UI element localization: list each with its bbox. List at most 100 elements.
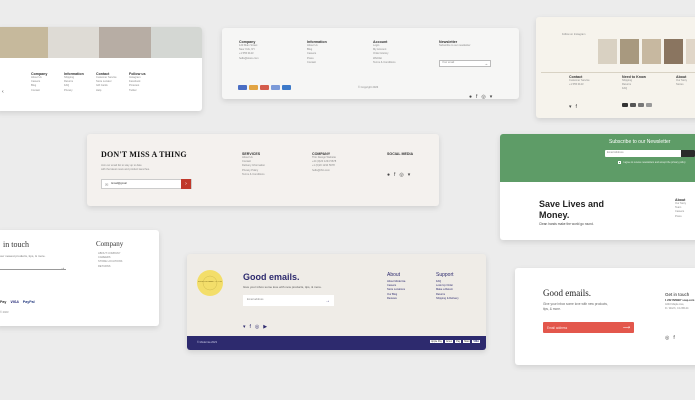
facebook-icon[interactable]: f	[250, 324, 251, 330]
chevron-left-icon[interactable]: ‹	[2, 89, 4, 95]
product-image	[150, 27, 202, 58]
payment-icons: Apple Pay Amex Pay Mast VISA	[430, 340, 480, 343]
newsletter-email-field[interactable]: Email Address	[605, 150, 695, 157]
newsletter-subtitle: Give your inbox some love with new produ…	[543, 302, 608, 312]
newsletter-email-field[interactable]: Your email →	[439, 60, 491, 67]
instagram-headline: Follow on Instagram	[562, 33, 586, 36]
instagram-icon[interactable]: ◎	[665, 335, 669, 341]
facebook-icon[interactable]: f	[394, 172, 395, 178]
footer-link[interactable]: Privacy	[64, 89, 84, 93]
headline-line: Save Lives and	[539, 199, 605, 209]
column-title: SOCIAL MEDIA	[387, 152, 414, 156]
footer-link[interactable]: Shipping & Delivery	[436, 297, 459, 301]
instagram-icon[interactable]: ◎	[481, 94, 485, 99]
email-value: Email@gmail	[111, 181, 127, 185]
payment-card-icon	[622, 103, 628, 107]
newsletter-subtitle: Give your inbox some love with new produ…	[243, 285, 322, 289]
gallery-image[interactable]	[686, 39, 695, 64]
consent-checkbox[interactable]	[618, 161, 621, 164]
footer-link[interactable]: Terms & Conditions	[242, 173, 265, 177]
twitter-icon[interactable]: ▾	[490, 94, 493, 99]
arrow-right-icon[interactable]: →	[325, 298, 330, 304]
footer-card-1: Company About Us Careers Blog Contact In…	[0, 27, 202, 111]
footer-column: Company About Us Careers Blog Contact	[31, 72, 47, 93]
payment-label: Pay	[455, 340, 462, 343]
facebook-icon[interactable]: f	[673, 335, 674, 341]
payment-card-icon	[630, 103, 636, 107]
contact-address: Ft. Worth, CA 95124	[665, 307, 689, 311]
twitter-icon[interactable]: ▾	[243, 324, 246, 330]
footer-link[interactable]: Help	[96, 89, 117, 93]
footer-link[interactable]: Contact	[31, 89, 47, 93]
submit-button[interactable]: ›	[181, 179, 191, 189]
footer-link[interactable]: Press	[675, 215, 686, 219]
email-field[interactable]: Email address →	[243, 295, 334, 306]
arrow-right-icon[interactable]: →	[484, 61, 490, 66]
payment-card-icon	[260, 85, 269, 90]
arrow-right-icon[interactable]: ⟶	[623, 325, 634, 331]
gallery-image[interactable]	[664, 39, 683, 64]
gallery-image[interactable]	[642, 39, 661, 64]
email-placeholder: Your email	[442, 61, 455, 65]
instagram-icon[interactable]: ◎	[399, 172, 403, 178]
newsletter-title: Subscribe to our Newsletter	[609, 139, 671, 145]
payment-label: VISA	[10, 300, 19, 304]
footer-card-5: Subscribe to our Newsletter Email Addres…	[500, 134, 695, 240]
footer-link[interactable]: RETURNS	[98, 265, 111, 269]
payment-label: VISA	[472, 340, 480, 343]
newsletter-headline: Good emails.	[543, 288, 591, 298]
column-title: About	[387, 272, 401, 278]
instagram-icon[interactable]: ◎	[255, 324, 259, 330]
footer-column: Follow us Instagram Facebook Pinterest T…	[129, 72, 146, 93]
youtube-icon[interactable]: ▶	[263, 324, 267, 330]
footer-link[interactable]: Reviews	[387, 297, 405, 301]
email-underline-field[interactable]	[0, 269, 66, 270]
copyright: © Copyright 2023	[358, 86, 379, 89]
footer-link[interactable]: Contact	[307, 61, 327, 65]
footer-link[interactable]: Stores	[676, 83, 687, 87]
footer-link[interactable]: FAQ	[622, 87, 646, 91]
footer-title: DON'T MISS A THING	[101, 150, 187, 159]
badge-icon	[197, 270, 223, 296]
payment-amex-icon	[271, 85, 280, 90]
footer-column: Need to Know Shipping Returns FAQ	[622, 75, 646, 92]
footer-text: Subscribe to our newsletter	[439, 44, 471, 47]
twitter-icon[interactable]: ▾	[569, 104, 572, 110]
headline: Save Lives and Money.	[539, 199, 604, 221]
payment-label: PayPal	[22, 300, 35, 304]
footer-text: +1 555 0123	[569, 83, 584, 87]
footer-column: Contact Customer Service +1 555 0123	[569, 75, 590, 87]
payment-label: Amex	[444, 340, 454, 343]
mail-icon: ✉	[105, 181, 109, 187]
gallery-image[interactable]	[598, 39, 617, 64]
footer-column: About About Modernia Careers Store Locat…	[387, 272, 405, 301]
social-icons: ▾ f ◎ ▶	[243, 315, 271, 333]
payment-card-icon	[638, 103, 644, 107]
footer-card-2: Company 123 Main Street New York, NY +1 …	[222, 28, 519, 99]
pinterest-icon[interactable]: ●	[387, 172, 390, 178]
footer-column: Information Shipping Returns FAQ Privacy	[64, 72, 84, 93]
payment-mastercard-icon	[249, 85, 258, 90]
payment-card-icon	[646, 103, 652, 107]
payment-icons: Pay VISA PayPal	[0, 300, 35, 304]
column-title: Get in touch	[665, 292, 690, 297]
email-field[interactable]: ✉ Email@gmail ›	[101, 179, 192, 189]
facebook-icon[interactable]: f	[576, 104, 577, 110]
subscribe-button[interactable]	[681, 150, 695, 157]
payment-label: Pay	[0, 300, 7, 304]
footer-link[interactable]: Twitter	[129, 89, 146, 93]
footer-link[interactable]: Terms & Conditions	[373, 61, 396, 65]
facebook-icon[interactable]: f	[476, 94, 477, 99]
pinterest-icon[interactable]: ●	[469, 94, 472, 99]
arrow-right-icon[interactable]: →	[60, 265, 65, 271]
twitter-icon[interactable]: ▾	[408, 172, 411, 178]
email-field[interactable]: Email address ⟶	[543, 322, 634, 333]
gallery-image[interactable]	[620, 39, 639, 64]
footer-card-6: in touch our newest products, tips, & mo…	[0, 230, 159, 326]
copyright: © 2023	[0, 311, 9, 314]
contact-column: Get in touch 1 222 8VIBBY soap.com 4240 …	[665, 292, 694, 312]
consent-row: I agree to receive newsletters and accep…	[618, 161, 686, 164]
subtitle: Join our email list to stay up to date w…	[101, 164, 150, 172]
social-icons: ● f ◎ ▾	[387, 163, 414, 181]
footer-column: Contact Customer Service Store Locator G…	[96, 72, 117, 93]
